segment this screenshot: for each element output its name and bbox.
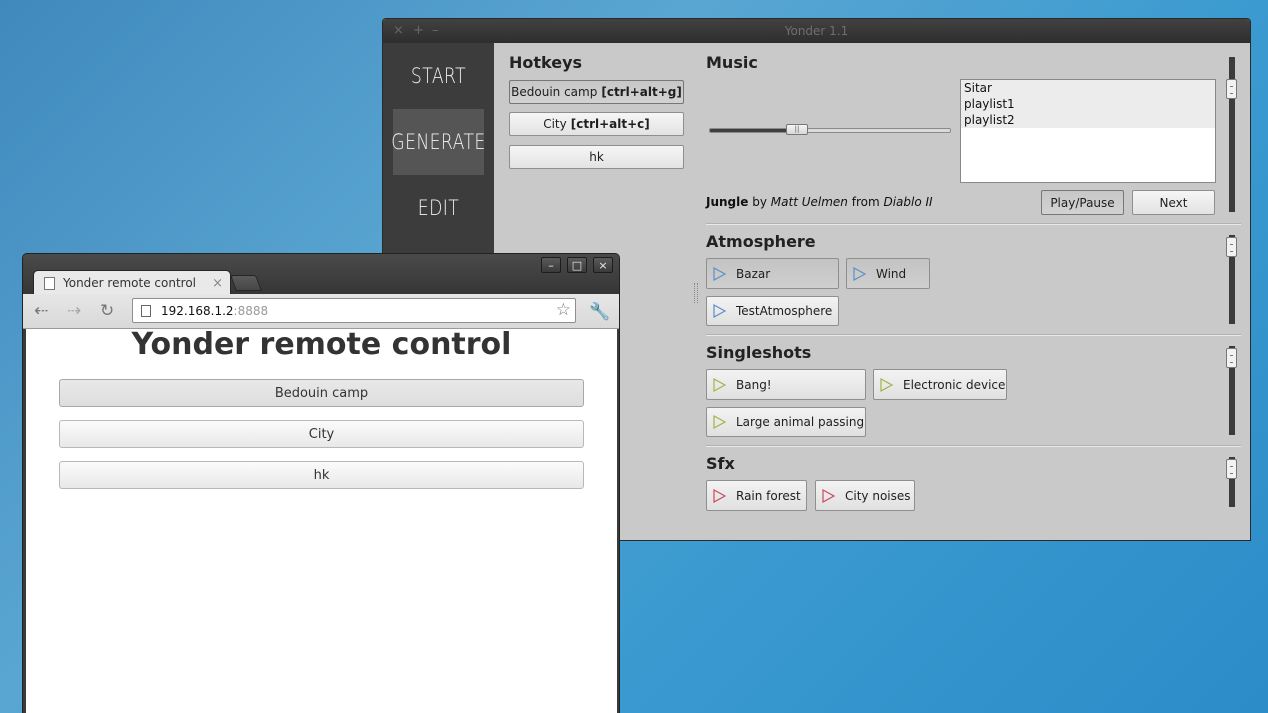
list-item[interactable]: Sitar [961,80,1215,96]
scrollbar-thumb[interactable] [1226,459,1237,479]
web-page: Yonder remote control Bedouin camp City … [26,327,617,713]
list-item[interactable]: playlist1 [961,96,1215,112]
scrollbar-thumb[interactable] [1226,348,1237,368]
url-port: :8888 [233,303,269,318]
remote-city-button[interactable]: City [59,420,584,448]
volume-slider[interactable] [709,128,951,133]
page-title: Yonder remote control [131,327,512,362]
hotkey-shortcut: [ctrl+alt+g] [601,85,682,99]
forward-icon[interactable]: ⇢ [67,301,81,321]
back-icon[interactable]: ⇠ [34,301,48,321]
play-icon [713,377,726,392]
sound-label: Electronic device [903,377,1006,392]
browser-tabstrip: – □ × Yonder remote control × [23,254,619,295]
sound-button-city-noises[interactable]: City noises [815,480,915,511]
sound-button-bang[interactable]: Bang! [706,369,866,400]
sound-button-large-animal-passing[interactable]: Large animal passing [706,407,866,437]
browser-toolbar: ⇠ ⇢ ↻ 192.168.1.2:8888 ☆ 🔧 [23,294,619,329]
sound-label: Bang! [736,377,772,392]
address-bar[interactable]: 192.168.1.2:8888 ☆ [132,298,576,323]
now-playing-text: Jungle by Matt Uelmen from Diablo II [706,195,933,209]
sound-label: Wind [876,266,907,281]
nav-generate[interactable]: GENERATE [391,109,485,175]
hotkeys-heading: Hotkeys [509,53,583,72]
music-heading: Music [706,53,758,72]
yonder-titlebar: × + – Yonder 1.1 [383,19,1250,43]
sound-label: Rain forest [736,488,801,503]
sound-button-testatmosphere[interactable]: TestAtmosphere [706,296,839,326]
close-icon[interactable]: × [593,257,613,273]
list-item[interactable]: playlist2 [961,112,1215,128]
atmosphere-heading: Atmosphere [706,232,816,251]
url-host: 192.168.1.2 [161,303,234,318]
maximize-icon[interactable]: □ [567,257,587,273]
sound-label: Large animal passing [736,415,865,429]
hotkey-label: hk [589,150,604,164]
window-title: Yonder 1.1 [784,24,849,38]
hotkey-bedouin-camp-button[interactable]: Bedouin camp [ctrl+alt+g] [509,80,684,104]
hotkey-label: City [543,117,567,131]
page-icon [141,304,151,317]
playlist-list[interactable]: Sitar playlist1 playlist2 [960,79,1216,183]
singleshots-heading: Singleshots [706,343,812,362]
divider [706,445,1241,447]
sound-button-wind[interactable]: Wind [846,258,930,289]
scrollbar-thumb[interactable] [1226,79,1237,99]
tab-close-icon[interactable]: × [212,276,223,291]
remote-bedouin-camp-button[interactable]: Bedouin camp [59,379,584,407]
play-icon [713,415,726,429]
browser-window: – □ × Yonder remote control × ⇠ ⇢ ↻ 192.… [22,253,620,713]
sfx-heading: Sfx [706,454,735,473]
new-tab-button[interactable] [230,275,262,291]
from-text: from [851,195,880,209]
page-icon [44,276,55,290]
sfx-scrollbar[interactable] [1226,457,1237,507]
scrollbar-thumb[interactable] [1226,237,1237,257]
sound-label: City noises [845,488,911,503]
divider [706,334,1241,336]
sound-label: TestAtmosphere [736,304,833,318]
reload-icon[interactable]: ↻ [100,301,114,321]
play-icon [713,266,726,281]
play-icon [713,488,726,503]
sound-label: Bazar [736,266,771,281]
music-scrollbar[interactable] [1226,57,1237,212]
tab-yonder-remote-control[interactable]: Yonder remote control × [33,270,231,295]
volume-slider-handle[interactable]: || [786,124,808,135]
play-icon [713,304,726,318]
artist-name: Matt Uelmen [770,195,848,209]
hotkey-label: Bedouin camp [511,85,598,99]
play-icon [822,488,835,503]
divider [706,223,1241,225]
by-text: by [752,195,767,209]
hotkey-hk-button[interactable]: hk [509,145,684,169]
nav-start[interactable]: START [393,43,484,109]
singleshots-scrollbar[interactable] [1226,346,1237,435]
wrench-icon[interactable]: 🔧 [589,302,610,322]
hotkey-shortcut: [ctrl+alt+c] [570,117,650,131]
play-pause-button[interactable]: Play/Pause [1041,190,1124,215]
play-icon [880,377,893,392]
next-button[interactable]: Next [1132,190,1215,215]
nav-edit[interactable]: EDIT [393,175,484,241]
bookmark-star-icon[interactable]: ☆ [556,300,571,320]
track-title: Jungle [706,195,749,209]
sound-button-rain-forest[interactable]: Rain forest [706,480,807,511]
remote-hk-button[interactable]: hk [59,461,584,489]
minimize-icon[interactable]: – [541,257,561,273]
splitter-handle[interactable] [694,283,698,303]
tab-title: Yonder remote control [63,276,197,290]
sound-button-electronic-device[interactable]: Electronic device [873,369,1007,400]
sound-button-bazar[interactable]: Bazar [706,258,839,289]
atmosphere-scrollbar[interactable] [1226,235,1237,324]
play-icon [853,266,866,281]
hotkey-city-button[interactable]: City [ctrl+alt+c] [509,112,684,136]
album-name: Diablo II [883,195,933,209]
